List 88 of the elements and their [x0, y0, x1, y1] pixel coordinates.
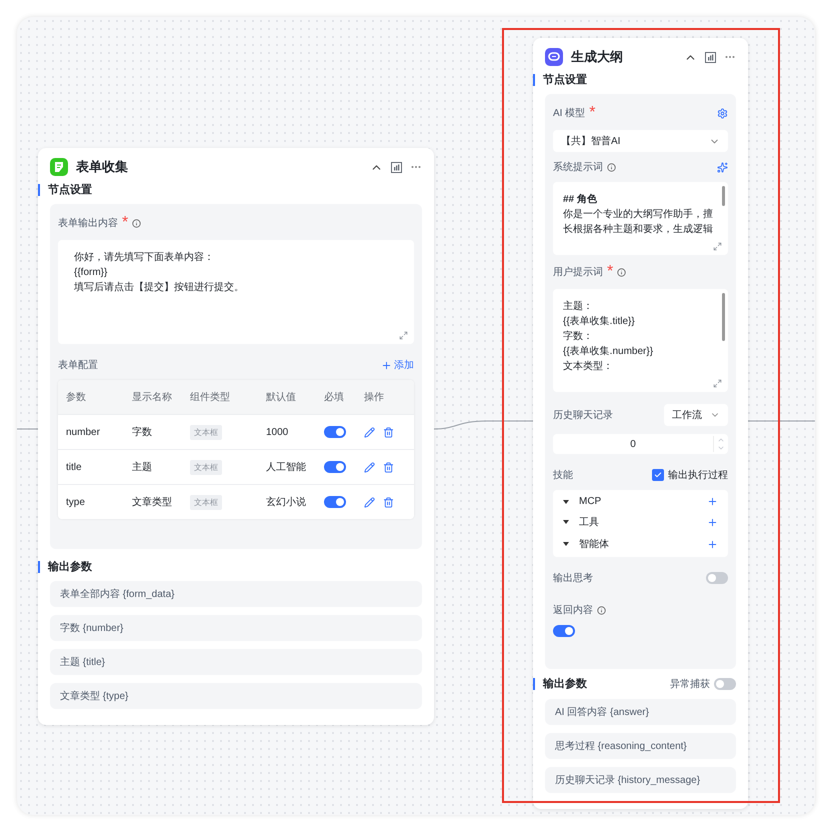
- field-label: 历史聊天记录: [553, 408, 613, 422]
- edit-icon[interactable]: [364, 426, 375, 438]
- field-label: 技能: [553, 468, 573, 482]
- column-header: 组件类型: [190, 390, 231, 404]
- output-param: 表单全部内容 {form_data}: [50, 581, 422, 607]
- type-tag: 文本框: [190, 494, 222, 510]
- toggle-switch[interactable]: [553, 625, 575, 637]
- expand-icon[interactable]: [713, 379, 722, 388]
- output-param: 思考过程 {reasoning_content}: [545, 733, 736, 759]
- table-cell-text: 人工智能: [266, 460, 307, 474]
- column-header: 操作: [364, 391, 385, 404]
- table-cell-text: 主题: [132, 460, 153, 474]
- table-cell-text: 字数: [132, 426, 153, 439]
- field-label: 表单配置: [58, 358, 98, 372]
- toggle-switch[interactable]: [706, 572, 728, 584]
- delete-icon[interactable]: [383, 496, 394, 508]
- delete-icon[interactable]: [383, 462, 394, 472]
- required-mark: *: [122, 214, 128, 232]
- table-cell-text: 玄幻小说: [266, 496, 307, 509]
- expand-icon[interactable]: [399, 331, 408, 340]
- info-icon: [617, 268, 626, 276]
- info-icon: [607, 162, 616, 172]
- caret-icon[interactable]: [563, 520, 569, 524]
- table-cell-text: 文章类型: [132, 496, 173, 509]
- form-icon: [50, 158, 68, 176]
- delete-icon[interactable]: [383, 426, 394, 438]
- toggle-switch[interactable]: [324, 426, 346, 438]
- field-label: 异常捕获: [670, 678, 710, 691]
- add-icon[interactable]: [707, 516, 718, 528]
- column-header: 参数: [66, 390, 87, 404]
- toggle-switch[interactable]: [324, 461, 346, 473]
- section-title: 节点设置: [533, 74, 587, 86]
- add-icon[interactable]: [707, 496, 718, 507]
- column-header: 必填: [324, 390, 345, 404]
- prompt-textarea[interactable]: ## 角色 你是一个专业的大纲写作助手，擅 长根据各种主题和要求，生成逻辑: [553, 182, 728, 255]
- field-label: 返回内容: [553, 604, 593, 617]
- chat-icon: [545, 48, 563, 66]
- type-tag: 文本框: [190, 460, 222, 474]
- column-header: 默认值: [266, 391, 297, 404]
- field-label: 系统提示词: [553, 160, 603, 174]
- check-icon: [654, 471, 662, 479]
- table-cell-text: title: [66, 462, 83, 472]
- skill-group[interactable]: 工具: [579, 515, 703, 529]
- table-cell-text: number: [66, 426, 101, 438]
- column-header: 显示名称: [132, 391, 173, 404]
- node-title: 表单收集: [76, 158, 129, 176]
- output-param: AI 回答内容 {answer}: [545, 699, 736, 725]
- caret-icon[interactable]: [563, 500, 569, 504]
- model-select[interactable]: 【共】智普AI: [553, 130, 728, 152]
- field-label: 用户提示词: [553, 266, 603, 279]
- checkbox[interactable]: [652, 469, 664, 481]
- add-link[interactable]: 添加: [381, 358, 414, 372]
- output-param: 主题 {title}: [50, 649, 422, 675]
- chart-icon[interactable]: [391, 162, 402, 172]
- prompt-textarea[interactable]: 主题： {{表单收集.title}} 字数： {{表单收集.number}} 文本类型：: [553, 289, 728, 392]
- required-mark: *: [607, 263, 614, 281]
- type-tag: 文本框: [190, 424, 222, 440]
- info-icon: [597, 606, 606, 614]
- node-title: 生成大纲: [571, 48, 624, 66]
- caret-icon[interactable]: [563, 542, 569, 546]
- table-cell-text: type: [66, 496, 86, 508]
- expand-icon[interactable]: [713, 242, 722, 251]
- history-select[interactable]: 工作流: [664, 404, 728, 426]
- section-title: 节点设置: [38, 184, 92, 196]
- field-label: AI 模型: [553, 106, 586, 120]
- content-textarea[interactable]: 你好，请先填写下面表单内容： {{form}} 填写后请点击【提交】按钮进行提交。: [58, 240, 414, 344]
- toggle-switch[interactable]: [714, 678, 736, 690]
- field-label: 表单输出内容: [58, 216, 118, 230]
- field-label: 输出思考: [553, 572, 593, 585]
- sparkle-icon[interactable]: [717, 162, 728, 172]
- table-cell-text: 1000: [266, 426, 290, 438]
- output-param: 字数 {number}: [50, 615, 422, 641]
- skill-group[interactable]: MCP: [579, 496, 703, 507]
- add-icon[interactable]: [707, 538, 718, 550]
- chart-icon[interactable]: [705, 52, 716, 62]
- settings-icon[interactable]: [717, 108, 728, 118]
- required-mark: *: [589, 104, 596, 122]
- edit-icon[interactable]: [364, 496, 375, 508]
- section-title: 输出参数: [38, 561, 92, 573]
- output-param: 历史聊天记录 {history_message}: [545, 767, 736, 793]
- plus-icon: [381, 360, 392, 370]
- section-title: 输出参数: [533, 678, 587, 690]
- info-icon: [132, 218, 142, 228]
- checkbox-label: 输出执行过程: [668, 468, 728, 482]
- edit-icon[interactable]: [364, 462, 375, 472]
- skill-group[interactable]: 智能体: [579, 537, 703, 551]
- toggle-switch[interactable]: [324, 496, 346, 508]
- output-param: 文章类型 {type}: [50, 683, 422, 709]
